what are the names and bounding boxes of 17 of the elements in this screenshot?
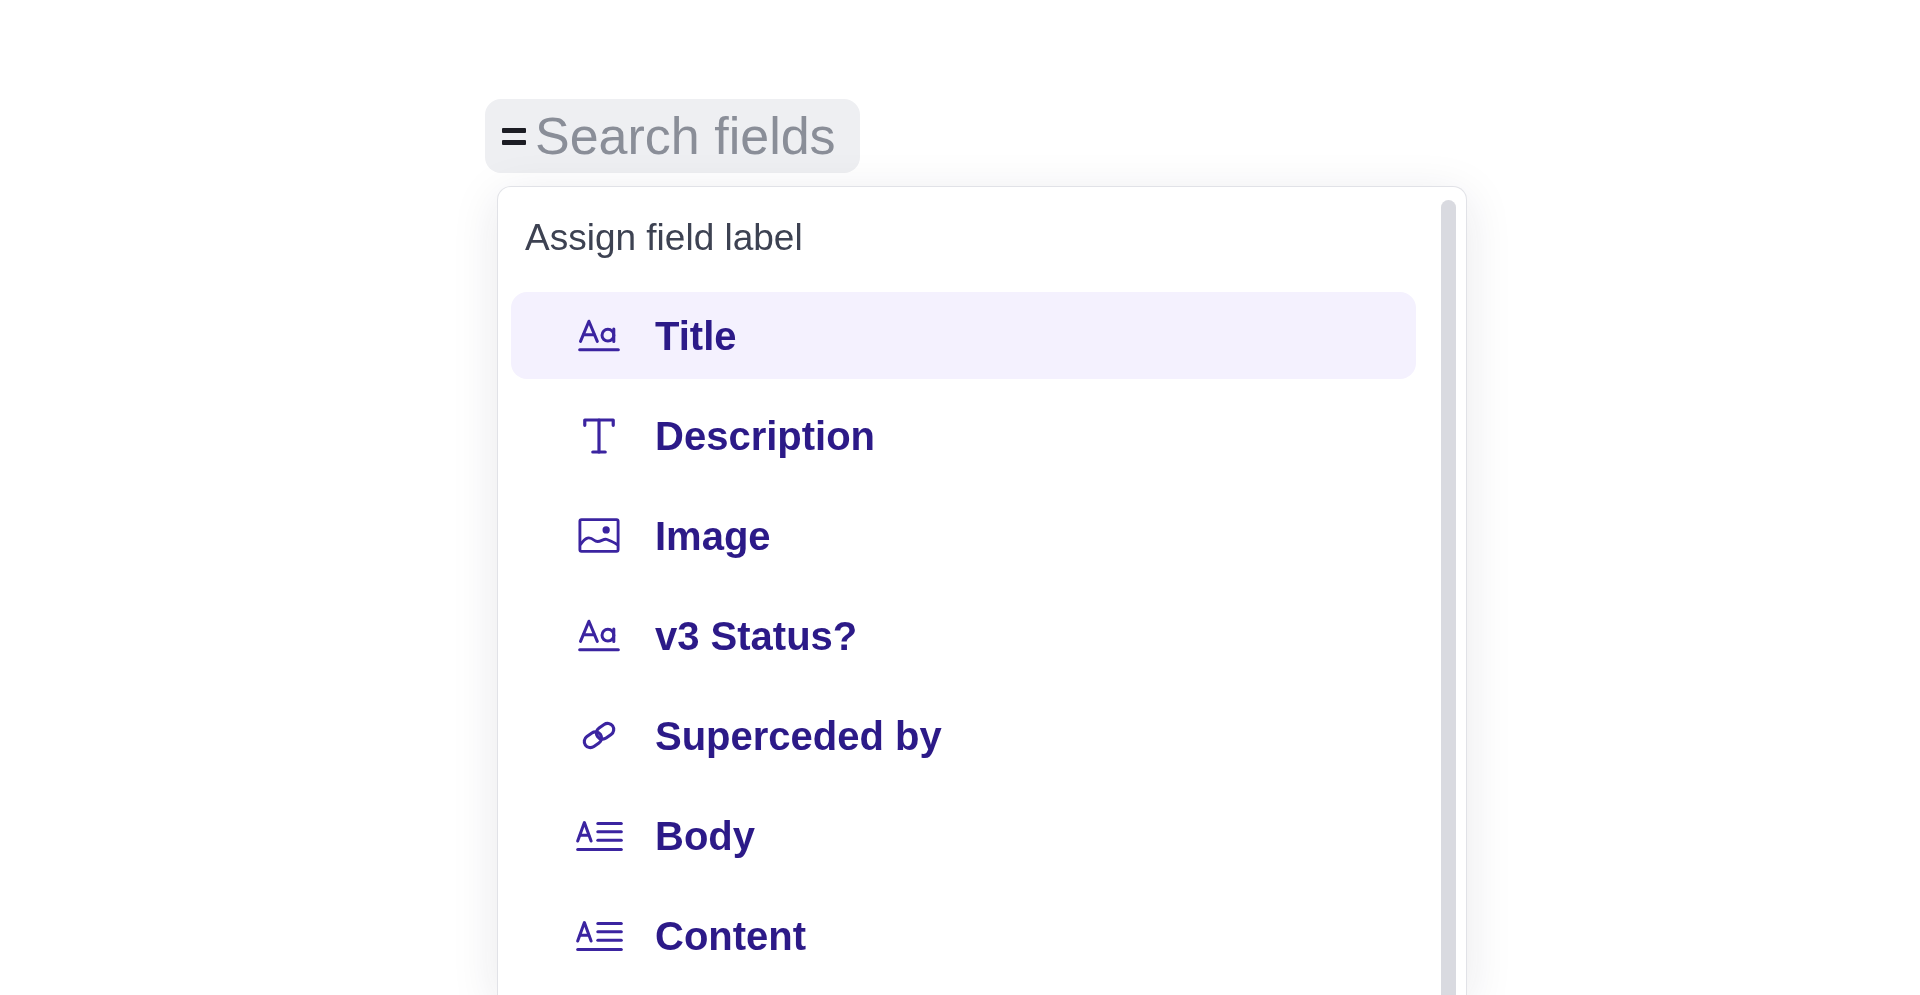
text-lines-icon [575, 918, 623, 953]
search-field[interactable]: Search fields [485, 99, 860, 173]
text-lines-icon [575, 818, 623, 853]
menu-item[interactable]: v3 Status? [511, 592, 1416, 679]
menu-item[interactable]: Description [511, 392, 1416, 479]
menu-item[interactable]: Body [511, 792, 1416, 879]
menu-item[interactable]: Title [511, 292, 1416, 379]
menu-item[interactable]: Image [511, 492, 1416, 579]
menu-heading: Assign field label [525, 216, 803, 260]
menu-item[interactable]: Superceded by [511, 692, 1416, 779]
type-icon [583, 417, 615, 454]
letter-case-icon [578, 618, 620, 653]
letter-case-icon [578, 318, 620, 353]
image-icon [578, 518, 620, 553]
menu-item[interactable]: Content [511, 892, 1416, 979]
scrollbar-thumb[interactable] [1441, 200, 1456, 995]
equals-icon [502, 127, 526, 145]
